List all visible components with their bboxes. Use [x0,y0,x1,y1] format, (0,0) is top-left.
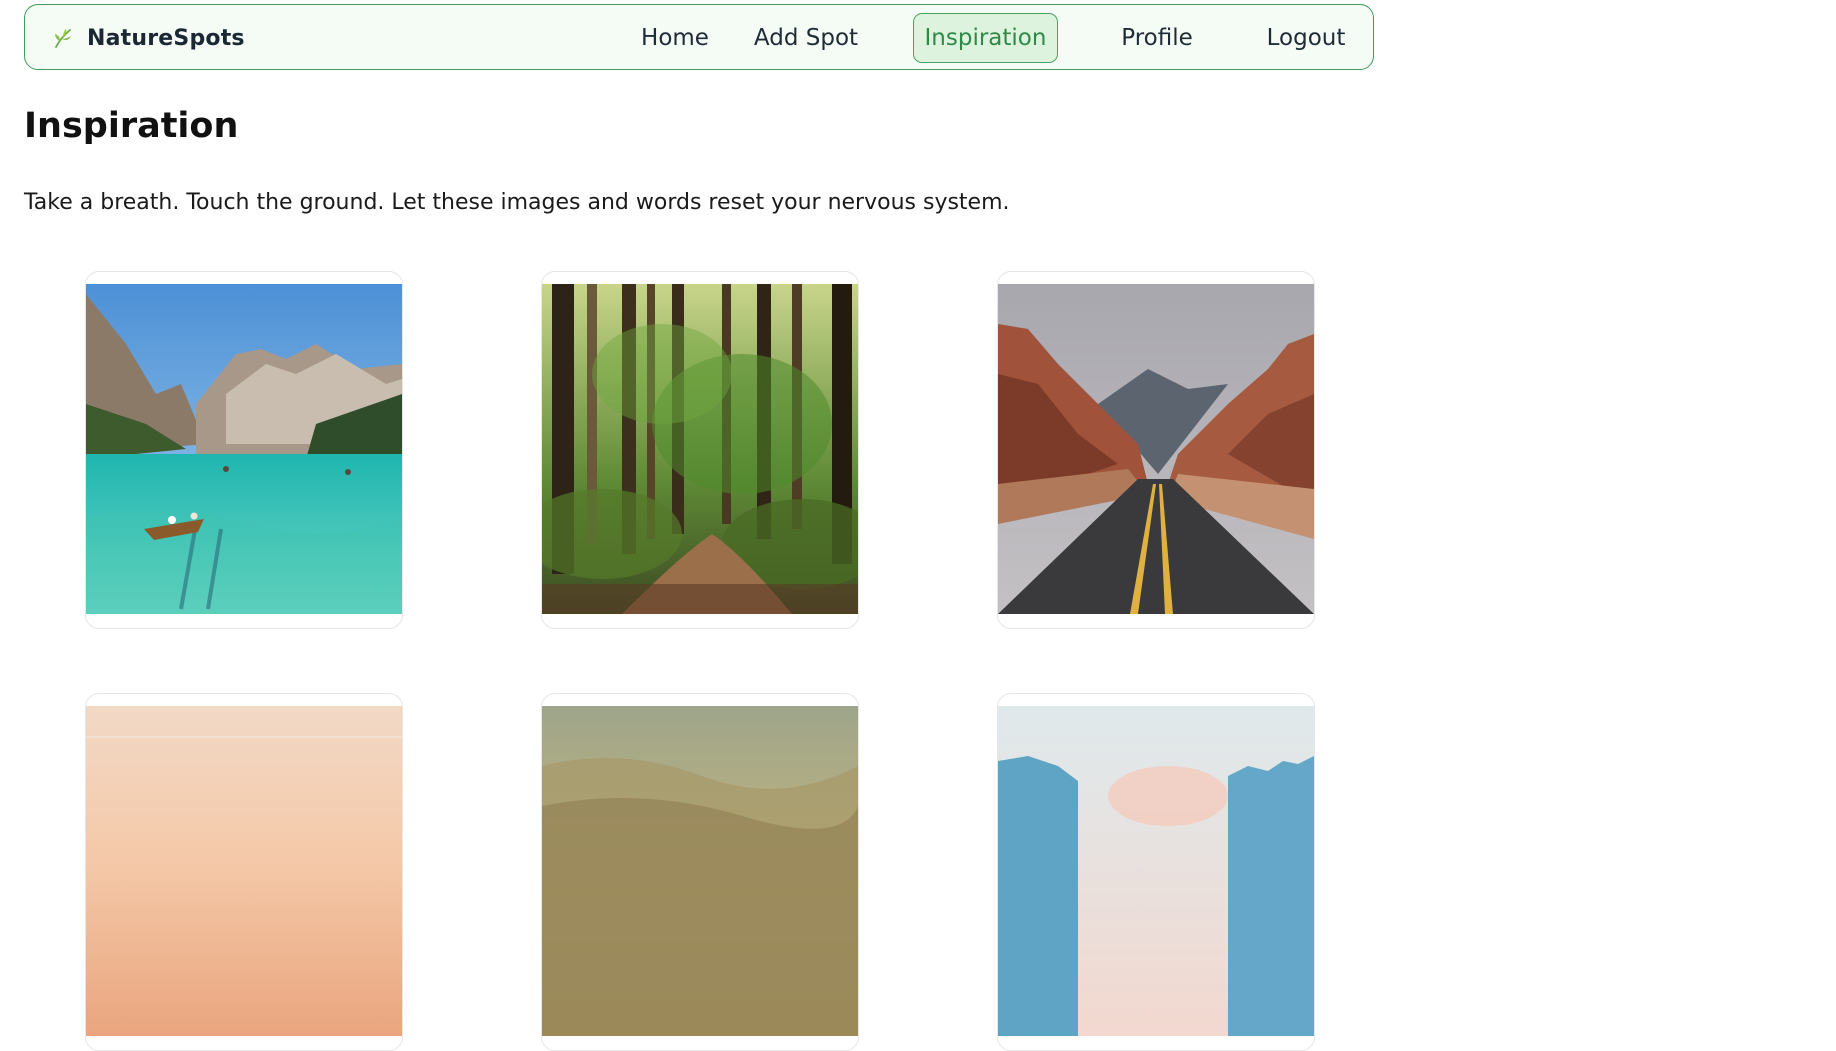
desert-road-photo [998,284,1314,614]
nav-link-logout[interactable]: Logout [1237,13,1375,63]
top-navbar: NatureSpots Home Add Spot Inspiration Pr… [24,4,1374,70]
icy-cliffs-photo [998,706,1314,1036]
inspiration-card[interactable] [85,271,403,629]
mountain-lake-photo [86,284,402,614]
page-title: Inspiration [24,106,239,146]
intro-text: Take a breath. Touch the ground. Let the… [24,190,1010,215]
brand-logo[interactable]: NatureSpots [51,5,245,71]
inspiration-card[interactable] [997,271,1315,629]
inspiration-card[interactable] [541,271,859,629]
nav-link-inspiration[interactable]: Inspiration [913,13,1058,63]
inspiration-card[interactable] [541,693,859,1051]
inspiration-card[interactable] [997,693,1315,1051]
peach-sky-photo [86,706,402,1036]
misty-hills-photo [542,706,858,1036]
nav-link-home[interactable]: Home [619,13,731,63]
nav-link-add-spot[interactable]: Add Spot [733,13,879,63]
forest-path-photo [542,284,858,614]
inspiration-card[interactable] [85,693,403,1051]
nav-link-profile[interactable]: Profile [1093,13,1221,63]
leaf-icon [55,29,71,48]
brand-name: NatureSpots [87,25,245,51]
